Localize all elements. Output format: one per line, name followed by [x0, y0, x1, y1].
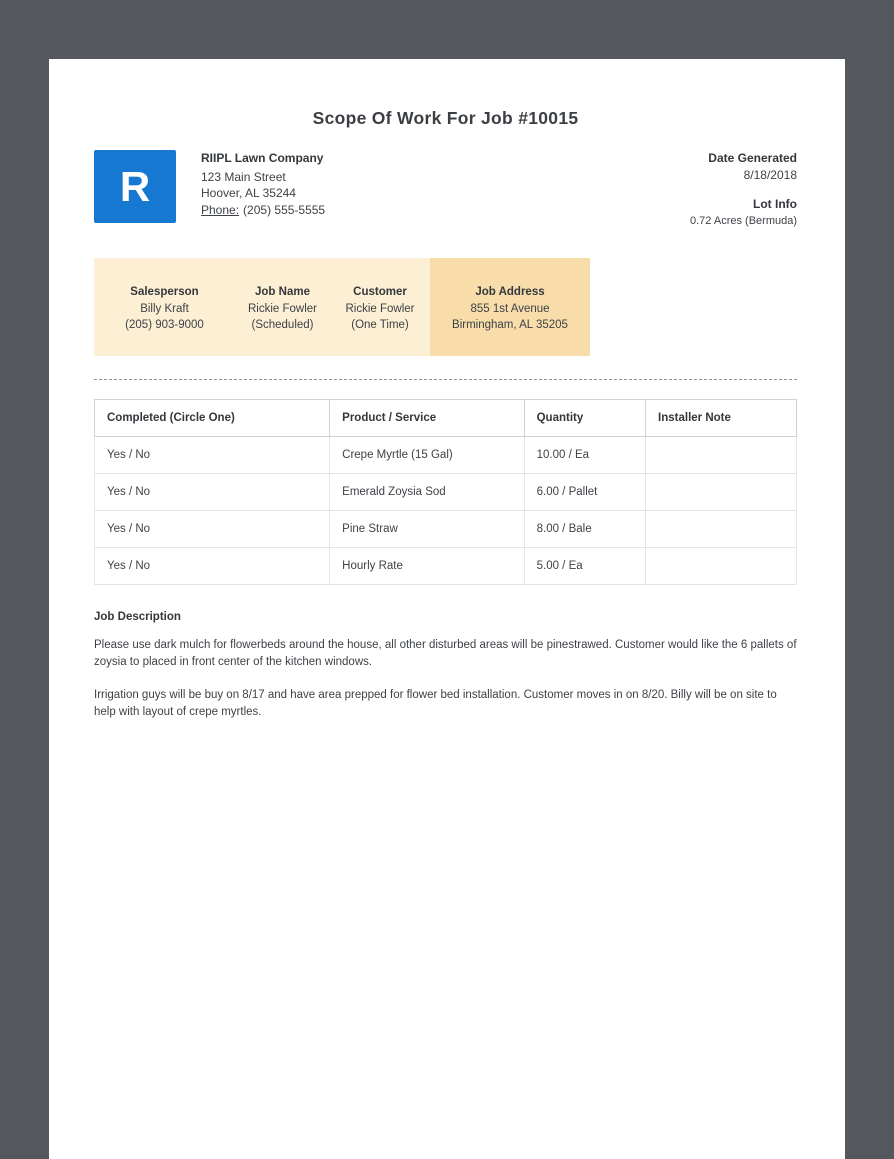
scope-of-work-table: Completed (Circle One) Product / Service…: [93, 399, 797, 585]
phone-value: (205) 555-5555: [243, 202, 326, 217]
document-header: R RIIPL Lawn Company 123 Main Street Hoo…: [94, 150, 797, 229]
salesperson-phone: (205) 903-9000: [125, 319, 204, 331]
info-col-customer: Customer Rickie Fowler (One Time): [330, 258, 430, 356]
company-phone: Phone: (205) 555-5555: [201, 202, 325, 219]
table-row: Yes / No Hourly Rate 5.00 / Ea: [93, 547, 797, 585]
cell-product: Crepe Myrtle (15 Gal): [329, 436, 525, 474]
cell-installer-note: [645, 436, 797, 474]
job-description-section: Job Description Please use dark mulch fo…: [94, 611, 797, 721]
lot-info-label: Lot Info: [753, 197, 797, 211]
company-logo: R: [94, 150, 176, 223]
col-header-completed: Completed (Circle One): [93, 399, 331, 437]
job-description-heading: Job Description: [94, 611, 181, 623]
cell-product: Pine Straw: [329, 510, 525, 548]
cell-quantity: 5.00 / Ea: [523, 547, 647, 585]
page-title: Scope Of Work For Job #10015: [312, 108, 579, 128]
cell-product: Hourly Rate: [329, 547, 525, 585]
company-name: RIIPL Lawn Company: [201, 151, 324, 165]
document-page: Scope Of Work For Job #10015 R RIIPL Law…: [49, 59, 845, 1159]
salesperson-label: Salesperson: [130, 286, 199, 298]
cell-installer-note: [645, 473, 797, 511]
job-address-line2: Birmingham, AL 35205: [452, 319, 568, 331]
info-col-salesperson: Salesperson Billy Kraft (205) 903-9000: [94, 258, 235, 356]
cell-completed: Yes / No: [93, 473, 331, 511]
cell-quantity: 8.00 / Bale: [523, 510, 647, 548]
table-row: Yes / No Crepe Myrtle (15 Gal) 10.00 / E…: [93, 436, 797, 474]
cell-quantity: 6.00 / Pallet: [523, 473, 647, 511]
customer-label: Customer: [353, 286, 407, 298]
cell-completed: Yes / No: [93, 436, 331, 474]
cell-completed: Yes / No: [93, 510, 331, 548]
job-description-paragraph: Irrigation guys will be buy on 8/17 and …: [94, 689, 777, 718]
job-name-status: (Scheduled): [251, 319, 314, 331]
company-address-line1: 123 Main Street: [201, 169, 286, 184]
cell-product: Emerald Zoysia Sod: [329, 473, 525, 511]
dashed-divider: [94, 379, 797, 380]
date-generated-label: Date Generated: [708, 151, 797, 165]
table-row: Yes / No Emerald Zoysia Sod 6.00 / Palle…: [93, 473, 797, 511]
col-header-installer-note: Installer Note: [645, 399, 797, 437]
company-info: RIIPL Lawn Company 123 Main Street Hoove…: [201, 150, 325, 218]
customer-name: Rickie Fowler: [345, 303, 415, 315]
info-col-job-address: Job Address 855 1st Avenue Birmingham, A…: [430, 258, 590, 356]
document-viewer-background: { "page": { "title": "Scope Of Work For …: [0, 0, 894, 1159]
job-address-label: Job Address: [475, 286, 545, 298]
phone-label: Phone:: [201, 202, 240, 217]
date-generated-value: 8/18/2018: [743, 167, 797, 182]
job-name-value: Rickie Fowler: [247, 303, 317, 315]
table-header-row: Completed (Circle One) Product / Service…: [93, 399, 797, 437]
lot-info-value: 0.72 Acres (Bermuda): [690, 214, 797, 227]
col-header-quantity: Quantity: [523, 399, 647, 437]
meta-spacer: [690, 183, 797, 196]
cell-completed: Yes / No: [93, 547, 331, 585]
job-info-bar: Salesperson Billy Kraft (205) 903-9000 J…: [94, 258, 590, 356]
job-description-paragraph: Please use dark mulch for flowerbeds aro…: [94, 639, 797, 668]
company-address-line2: Hoover, AL 35244: [201, 186, 296, 200]
cell-installer-note: [645, 547, 797, 585]
document-meta: Date Generated 8/18/2018 Lot Info 0.72 A…: [690, 150, 797, 229]
job-name-label: Job Name: [255, 286, 310, 298]
col-header-product-service: Product / Service: [329, 399, 525, 437]
table-row: Yes / No Pine Straw 8.00 / Bale: [93, 510, 797, 548]
job-address-line1: 855 1st Avenue: [470, 303, 550, 315]
cell-installer-note: [645, 510, 797, 548]
cell-quantity: 10.00 / Ea: [523, 436, 647, 474]
customer-type: (One Time): [351, 319, 409, 331]
info-col-job-name: Job Name Rickie Fowler (Scheduled): [235, 258, 330, 356]
salesperson-name: Billy Kraft: [140, 303, 189, 315]
company-logo-letter: R: [119, 162, 151, 210]
